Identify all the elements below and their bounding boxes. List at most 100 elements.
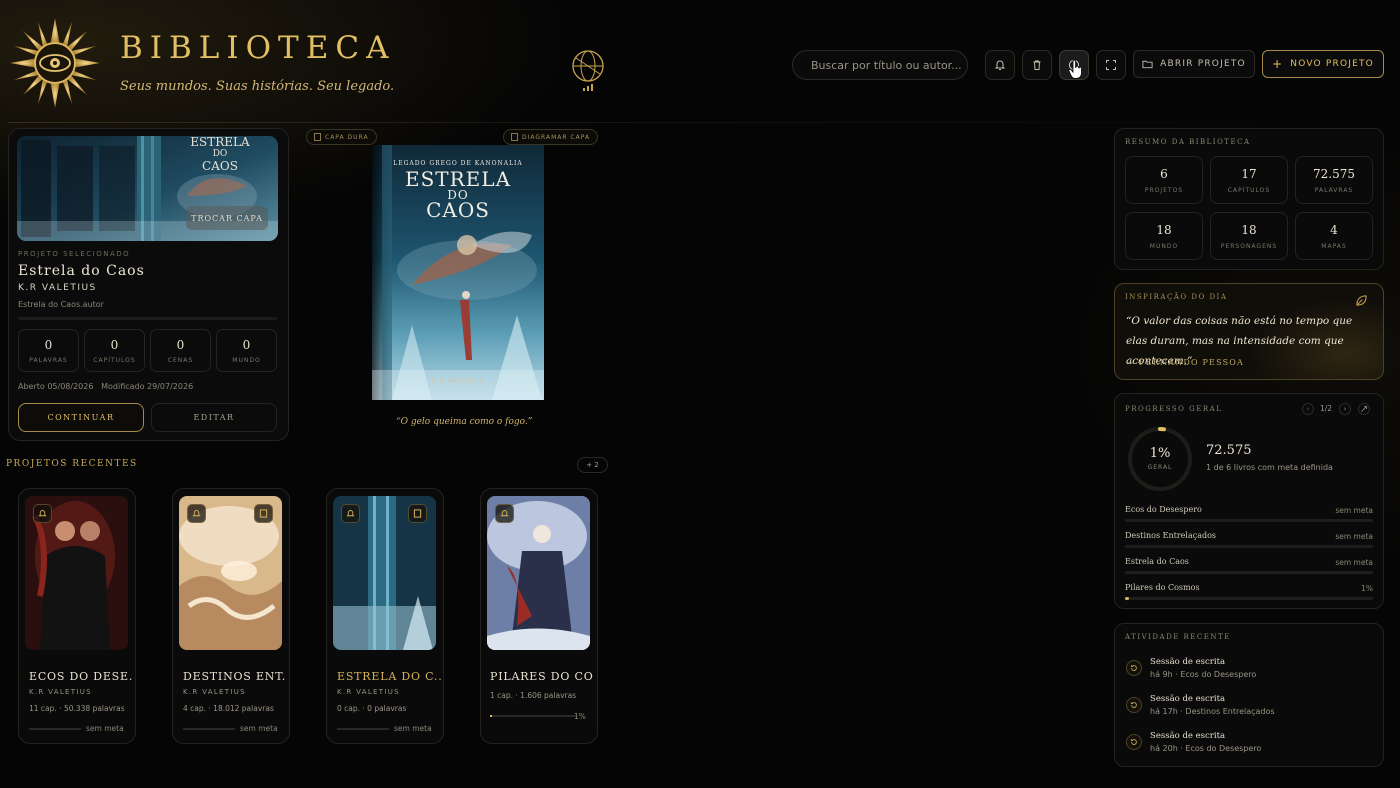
leaf-icon[interactable]: [1355, 294, 1368, 307]
progress-row-name: Destinos Entrelaçados: [1125, 531, 1217, 540]
project-progress: [337, 728, 389, 730]
trash-button[interactable]: [1022, 50, 1052, 80]
activity-time: há 20h: [1150, 744, 1178, 753]
bell-badge[interactable]: [341, 504, 360, 523]
activity-title: ATIVIDADE RECENTE: [1125, 633, 1231, 641]
cover-title-line1: ESTRELA: [190, 135, 250, 149]
book-icon: [413, 509, 422, 518]
book-series: LEGADO GREGO DE KANONALIA: [393, 160, 523, 167]
progress-total: 72.575: [1206, 443, 1252, 458]
recent-projects-title: PROJETOS RECENTES: [6, 459, 138, 469]
trash-icon: [1033, 60, 1041, 70]
activity-title-text: Sessão de escrita: [1150, 694, 1226, 704]
open-project-label: ABRIR PROJETO: [1160, 59, 1246, 69]
book-icon: [259, 509, 268, 518]
continue-button[interactable]: CONTINUAR: [18, 403, 144, 432]
activity-project: Destinos Entrelaçados: [1185, 707, 1275, 716]
modified-date: Modificado 29/07/2026: [101, 382, 194, 391]
hardcover-chip[interactable]: CAPA DURA: [306, 129, 377, 145]
project-meta: 1%: [574, 712, 586, 721]
selected-project-author: K.R VALETIUS: [18, 283, 97, 293]
bell-badge[interactable]: [495, 504, 514, 523]
app-title: BIBLIOTECA: [120, 30, 396, 66]
book-title-line3: CAOS: [426, 198, 490, 222]
progress-note: 1 de 6 livros com meta definida: [1206, 463, 1333, 472]
summary-label: MAPAS: [1321, 242, 1347, 250]
summary-label: MUNDO: [1149, 242, 1179, 250]
inspiration-title: INSPIRAÇÃO DO DIA: [1125, 293, 1228, 301]
project-author: K.R VALETIUS: [337, 688, 400, 696]
activity-time: há 9h: [1150, 670, 1173, 679]
progress-row-bar: [1125, 571, 1373, 574]
project-progress: [183, 728, 235, 730]
progress-row-name: Estrela do Caos: [1125, 557, 1189, 566]
progress-row-value: sem meta: [1335, 532, 1373, 541]
activity-subtitle: há 9h · Ecos do Desespero: [1150, 670, 1257, 679]
search-placeholder: Buscar por título ou autor...: [811, 58, 962, 72]
globe-icon[interactable]: [568, 46, 608, 94]
bookmark-badge[interactable]: [408, 504, 427, 523]
more-projects-button[interactable]: + 2: [577, 457, 608, 473]
open-project-button[interactable]: ABRIR PROJETO: [1133, 50, 1255, 78]
progress-row-name: Pilares do Cosmos: [1125, 583, 1200, 592]
inspiration-author: — FERNANDO PESSOA: [1126, 358, 1245, 367]
project-meta: sem meta: [86, 724, 124, 733]
progress-row-value: 1%: [1361, 584, 1373, 593]
progress-row-value: sem meta: [1335, 558, 1373, 567]
stat-world: 0 MUNDO: [216, 329, 277, 372]
book-icon: [511, 133, 518, 141]
summary-maps: 4 MAPAS: [1295, 212, 1373, 260]
cover-title-line3: CAOS: [202, 159, 238, 173]
stat-value: 0: [242, 337, 251, 352]
summary-title: RESUMO DA BIBLIOTECA: [1125, 138, 1251, 146]
search-input[interactable]: Buscar por título ou autor...: [792, 50, 968, 80]
selected-progress-bar: [18, 317, 277, 320]
activity-title-text: Sessão de escrita: [1150, 657, 1226, 667]
selected-cover-title: ESTRELA DO CAOS: [170, 136, 270, 172]
sun-eye-logo-icon: [10, 18, 100, 108]
book-author: K.R VALETIUS: [431, 378, 485, 385]
bell-icon: [346, 510, 355, 517]
header-divider: [8, 122, 1384, 123]
app-subtitle: Seus mundos. Suas histórias. Seu legado.: [120, 79, 395, 94]
stat-label: PALAVRAS: [29, 356, 68, 364]
stat-value: 0: [110, 337, 119, 352]
bell-badge[interactable]: [33, 504, 52, 523]
summary-chapters: 17 CAPÍTULOS: [1210, 156, 1288, 204]
activity-subtitle: há 17h · Destinos Entrelaçados: [1150, 707, 1275, 716]
progress-pager: 1/2: [1320, 404, 1333, 413]
summary-value: 4: [1330, 222, 1338, 237]
fullscreen-button[interactable]: [1096, 50, 1126, 80]
bell-badge[interactable]: [187, 504, 206, 523]
bell-icon: [500, 510, 509, 517]
project-author: K.R VALETIUS: [29, 688, 92, 696]
project-stats: 1 cap. · 1.606 palavras: [490, 691, 577, 700]
edit-button[interactable]: EDITAR: [151, 403, 277, 432]
prev-page-button[interactable]: ‹: [1302, 403, 1314, 415]
stat-chapters: 0 CAPÍTULOS: [84, 329, 145, 372]
stat-label: MUNDO: [232, 356, 261, 364]
layout-cover-chip[interactable]: DIAGRAMAR CAPA: [503, 129, 599, 145]
summary-projects: 6 PROJETOS: [1125, 156, 1203, 204]
stat-label: CENAS: [167, 356, 194, 364]
new-project-button[interactable]: + NOVO PROJETO: [1262, 50, 1384, 78]
next-page-button[interactable]: ›: [1339, 403, 1351, 415]
swap-cover-button[interactable]: TROCAR CAPA: [186, 206, 268, 230]
summary-characters: 18 PERSONAGENS: [1210, 212, 1288, 260]
summary-world: 18 MUNDO: [1125, 212, 1203, 260]
selected-section-label: PROJETO SELECIONADO: [18, 250, 131, 258]
bookmark-badge[interactable]: [254, 504, 273, 523]
opened-date: Aberto 05/08/2026: [18, 382, 94, 391]
summary-value: 6: [1160, 166, 1168, 181]
activity-project: Ecos do Desespero: [1180, 670, 1257, 679]
summary-value: 72.575: [1313, 166, 1355, 181]
hand-cursor-icon: [1068, 60, 1082, 79]
expand-button[interactable]: [1358, 403, 1370, 415]
summary-value: 17: [1241, 166, 1257, 181]
project-stats: 0 cap. · 0 palavras: [337, 704, 407, 713]
summary-words: 72.575 PALAVRAS: [1295, 156, 1373, 204]
history-icon: [1126, 697, 1142, 713]
notifications-button[interactable]: [985, 50, 1015, 80]
activity-project: Ecos do Desespero: [1185, 744, 1262, 753]
ring-value: 1%: [1149, 446, 1171, 461]
